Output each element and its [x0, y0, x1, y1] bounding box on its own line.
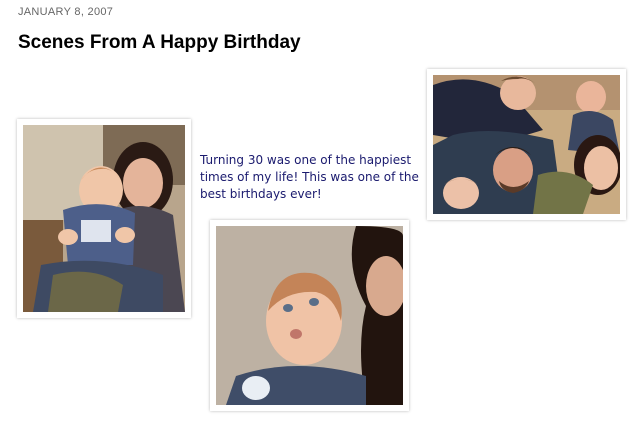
- post-date: JANUARY 8, 2007: [18, 6, 114, 18]
- photo-image: [216, 226, 403, 405]
- photo-image: [23, 125, 185, 312]
- photo-illustration: [23, 125, 185, 312]
- photo-image: [433, 75, 620, 214]
- post-caption: Turning 30 was one of the happiest times…: [200, 153, 419, 201]
- photo-illustration: [433, 75, 620, 214]
- photo-illustration: [216, 226, 403, 405]
- photo-mother-and-baby[interactable]: [17, 119, 191, 318]
- photo-baby-looking-up[interactable]: [210, 220, 409, 411]
- photo-family-on-floor[interactable]: [427, 69, 626, 220]
- post-title[interactable]: Scenes From A Happy Birthday: [18, 32, 301, 54]
